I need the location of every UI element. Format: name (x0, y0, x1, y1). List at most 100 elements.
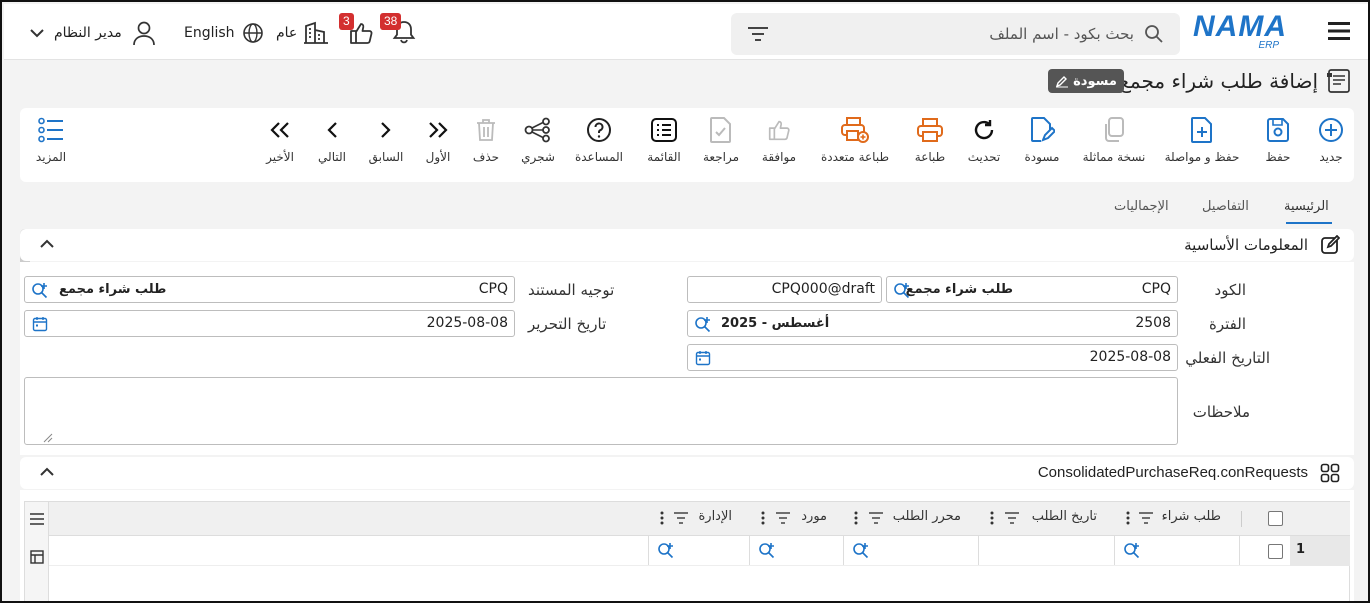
cell-divider (1239, 535, 1240, 565)
lookup-icon[interactable] (657, 541, 675, 559)
user-icon (132, 21, 155, 46)
next-label: التالي (318, 150, 346, 164)
search-input[interactable]: بحث بكود - اسم الملف (989, 25, 1134, 43)
help-label: المساعدة (574, 150, 624, 164)
edit-date-field[interactable]: 2025-08-08 (24, 310, 515, 337)
last-button[interactable]: الأخير (260, 108, 300, 182)
list-button[interactable]: القائمة (642, 108, 686, 182)
requests-header[interactable]: ConsolidatedPurchaseReq.conRequests (20, 457, 1354, 489)
search-icon (1144, 24, 1164, 44)
period-field[interactable]: 2508 أغسطس - 2025 (687, 310, 1178, 337)
help-icon (587, 118, 611, 142)
main-menu-icon[interactable] (1328, 20, 1352, 42)
chevron-up-icon[interactable] (40, 467, 54, 477)
tab-totals[interactable]: الإجماليات (1114, 199, 1169, 214)
doc-direction-field[interactable]: CPQ طلب شراء مجمع (24, 276, 515, 303)
filter-icon[interactable] (1139, 512, 1153, 524)
file-plus-icon (1191, 117, 1212, 143)
copy-icon (1105, 117, 1124, 142)
columns-icon[interactable] (30, 550, 44, 564)
filter-icon[interactable] (776, 512, 790, 524)
approve-button[interactable]: موافقة (756, 108, 802, 182)
table-row[interactable] (49, 536, 1350, 566)
column-header-department[interactable]: الإدارة (698, 509, 732, 524)
chevron-up-icon[interactable] (40, 239, 54, 249)
grid-menu-icon[interactable] (30, 513, 44, 525)
column-header-supplier[interactable]: مورد (801, 509, 827, 524)
document-icon (1326, 68, 1352, 94)
code-draft-value: CPQ000@draft (771, 281, 875, 297)
column-menu-icon[interactable] (990, 511, 994, 525)
calendar-icon[interactable] (32, 316, 48, 332)
lookup-icon[interactable] (758, 541, 776, 559)
lookup-icon[interactable] (694, 315, 712, 333)
likes-badge: 3 (339, 13, 354, 30)
column-menu-icon[interactable] (761, 511, 765, 525)
previous-button[interactable]: السابق (364, 108, 408, 182)
print-button[interactable]: طباعة (908, 108, 952, 182)
resize-handle-icon[interactable] (43, 433, 53, 443)
tab-details[interactable]: التفاصيل (1202, 199, 1249, 214)
lookup-icon[interactable] (31, 281, 49, 299)
row-checkbox[interactable] (1268, 544, 1283, 559)
last-label: الأخير (266, 150, 294, 164)
draft-button[interactable]: مسودة (1020, 108, 1064, 182)
plus-circle-icon (1319, 118, 1343, 142)
filter-icon[interactable] (748, 26, 768, 42)
more-button[interactable]: المزيد (26, 108, 76, 182)
logo[interactable]: NAMA ERP (1193, 10, 1293, 54)
new-label: جديد (1319, 150, 1343, 164)
filter-icon[interactable] (674, 512, 688, 524)
help-button[interactable]: المساعدة (572, 108, 626, 182)
filter-icon[interactable] (869, 512, 883, 524)
logo-text: NAMA (1193, 10, 1287, 43)
requests-grid: طلب شراء تاريخ الطلب محرر الطلب مورد الإ… (24, 501, 1350, 601)
save-continue-button[interactable]: حفظ و مواصلة (1152, 108, 1252, 182)
period-name: أغسطس - 2025 (721, 316, 830, 331)
column-header-request-editor[interactable]: محرر الطلب (893, 509, 961, 524)
thumbs-up-icon (768, 120, 790, 141)
duplicate-label: نسخة مماثلة (1082, 150, 1146, 164)
trash-icon (477, 119, 495, 141)
duplicate-button[interactable]: نسخة مماثلة (1082, 108, 1146, 182)
user-menu[interactable]: مدير النظام (30, 18, 156, 48)
code-field[interactable]: CPQ طلب شراء مجمع (886, 276, 1178, 303)
multi-print-button[interactable]: طباعة متعددة (816, 108, 894, 182)
filter-icon[interactable] (1005, 512, 1019, 524)
header-separator (1241, 511, 1242, 527)
calendar-icon[interactable] (695, 350, 711, 366)
column-menu-icon[interactable] (854, 511, 858, 525)
basic-info-header[interactable]: المعلومات الأساسية (20, 229, 1354, 261)
column-menu-icon[interactable] (1126, 511, 1130, 525)
save-label: حفظ (1265, 150, 1291, 164)
column-header-request-date[interactable]: تاريخ الطلب (1032, 509, 1097, 524)
select-all-checkbox[interactable] (1268, 511, 1283, 526)
language-selector[interactable]: English (184, 18, 264, 48)
lookup-icon[interactable] (893, 281, 911, 299)
printer-icon (917, 118, 943, 142)
grid-side-panel (25, 502, 49, 601)
delete-button[interactable]: حذف (466, 108, 506, 182)
search-box[interactable]: بحث بكود - اسم الملف (731, 13, 1180, 55)
chevron-down-icon (30, 29, 44, 38)
notes-textarea[interactable] (24, 377, 1178, 445)
tab-main[interactable]: الرئيسية (1284, 199, 1329, 214)
lookup-icon[interactable] (852, 541, 870, 559)
first-button[interactable]: الأول (418, 108, 458, 182)
doc-direction-name: طلب شراء مجمع (59, 282, 167, 297)
lookup-icon[interactable] (1123, 541, 1141, 559)
column-header-purchase-request[interactable]: طلب شراء (1162, 509, 1221, 524)
tree-button[interactable]: شجري (518, 108, 558, 182)
tree-icon (524, 117, 550, 143)
save-button[interactable]: حفظ (1258, 108, 1298, 182)
new-button[interactable]: جديد (1311, 108, 1351, 182)
branch-selector[interactable]: عام (276, 18, 329, 48)
column-menu-icon[interactable] (660, 511, 664, 525)
actual-date-field[interactable]: 2025-08-08 (687, 344, 1178, 371)
app-window: NAMA ERP بحث بكود - اسم الملف 38 3 عام E… (0, 0, 1370, 603)
code-draft-field[interactable]: CPQ000@draft (687, 276, 882, 303)
next-button[interactable]: التالي (310, 108, 354, 182)
edit-square-icon (1320, 235, 1340, 255)
refresh-button[interactable]: تحديث (962, 108, 1006, 182)
review-button[interactable]: مراجعة (698, 108, 744, 182)
